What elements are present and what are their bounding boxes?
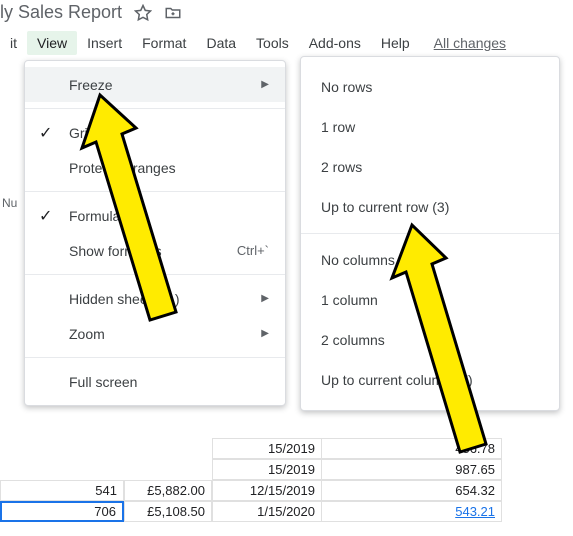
cell-date[interactable]: 15/2019 — [212, 438, 322, 459]
menu-view[interactable]: View — [27, 31, 77, 55]
menu-all-changes-link[interactable]: All changes — [428, 31, 512, 55]
table-row[interactable]: 541 £5,882.00 12/15/2019 654.32 — [0, 480, 573, 501]
menu-freeze[interactable]: Freeze ▶ — [25, 67, 285, 102]
freeze-2-columns[interactable]: 2 columns — [301, 320, 559, 360]
cell-value: 456.78 — [322, 438, 502, 459]
menu-full-screen-label: Full screen — [69, 374, 137, 390]
separator — [25, 274, 285, 275]
menu-formula-bar[interactable]: ✓ Formula bar — [25, 198, 285, 233]
chevron-right-icon: ▶ — [261, 328, 269, 339]
menu-show-formulas[interactable]: Show formulas Ctrl+` — [25, 233, 285, 268]
freeze-2-rows[interactable]: 2 rows — [301, 147, 559, 187]
shortcut-label: Ctrl+` — [237, 243, 269, 258]
menu-gridlines-label: Gridlines — [69, 125, 124, 141]
menu-formula-bar-label: Formula bar — [69, 208, 144, 224]
menu-hidden-sheets-label: Hidden sheets (1) — [69, 291, 180, 307]
column-header-partial: Nu — [0, 196, 17, 210]
menu-tools[interactable]: Tools — [246, 31, 299, 55]
menu-format[interactable]: Format — [132, 31, 196, 55]
menu-help[interactable]: Help — [371, 31, 420, 55]
menu-insert[interactable]: Insert — [77, 31, 132, 55]
separator — [25, 357, 285, 358]
menu-gridlines[interactable]: ✓ Gridlines — [25, 115, 285, 150]
view-dropdown: Freeze ▶ ✓ Gridlines Protected ranges ✓ … — [24, 60, 286, 406]
title-bar: ly Sales Report — [0, 0, 573, 25]
menu-addons[interactable]: Add-ons — [299, 31, 371, 55]
table-row[interactable]: 706 £5,108.50 1/15/2020 543.21 — [0, 501, 573, 522]
cell-date[interactable]: 15/2019 — [212, 459, 322, 480]
menu-edit-partial[interactable]: it — [0, 31, 27, 55]
cell-date[interactable]: 1/15/2020 — [212, 501, 322, 522]
table-row[interactable]: 15/2019 456.78 — [0, 438, 573, 459]
menu-full-screen[interactable]: Full screen — [25, 364, 285, 399]
check-icon: ✓ — [39, 123, 52, 143]
cell-date[interactable]: 12/15/2019 — [212, 480, 322, 501]
freeze-no-rows[interactable]: No rows — [301, 67, 559, 107]
freeze-submenu: No rows 1 row 2 rows Up to current row (… — [300, 56, 560, 411]
separator — [25, 108, 285, 109]
menu-hidden-sheets[interactable]: Hidden sheets (1) ▶ — [25, 281, 285, 316]
chevron-right-icon: ▶ — [261, 293, 269, 304]
cell-a-selected[interactable]: 706 — [0, 501, 124, 522]
menu-zoom[interactable]: Zoom ▶ — [25, 316, 285, 351]
cell-link[interactable]: 543.21 — [455, 504, 495, 519]
check-icon: ✓ — [39, 206, 52, 226]
cell-value: 987.65 — [322, 459, 502, 480]
table-row[interactable]: 15/2019 987.65 — [0, 459, 573, 480]
menu-show-formulas-label: Show formulas — [69, 243, 162, 259]
separator — [25, 191, 285, 192]
menu-zoom-label: Zoom — [69, 326, 105, 342]
chevron-right-icon: ▶ — [261, 79, 269, 90]
menu-freeze-label: Freeze — [69, 77, 113, 93]
separator — [301, 233, 559, 234]
cell-a[interactable]: 541 — [0, 480, 124, 501]
freeze-up-to-column[interactable]: Up to current column (F) — [301, 360, 559, 400]
cell-b[interactable]: £5,882.00 — [124, 480, 212, 501]
menu-protected-label: Protected ranges — [69, 160, 176, 176]
document-title[interactable]: ly Sales Report — [0, 2, 122, 23]
cell-value: 654.32 — [322, 480, 502, 501]
menu-data[interactable]: Data — [196, 31, 246, 55]
cell-b[interactable]: £5,108.50 — [124, 501, 212, 522]
move-folder-icon[interactable] — [164, 4, 182, 22]
freeze-1-row[interactable]: 1 row — [301, 107, 559, 147]
menu-protected-ranges[interactable]: Protected ranges — [25, 150, 285, 185]
freeze-up-to-row[interactable]: Up to current row (3) — [301, 187, 559, 227]
spreadsheet-grid: 15/2019 456.78 15/2019 987.65 541 £5,882… — [0, 438, 573, 522]
freeze-1-column[interactable]: 1 column — [301, 280, 559, 320]
star-icon[interactable] — [134, 4, 152, 22]
freeze-no-columns[interactable]: No columns — [301, 240, 559, 280]
